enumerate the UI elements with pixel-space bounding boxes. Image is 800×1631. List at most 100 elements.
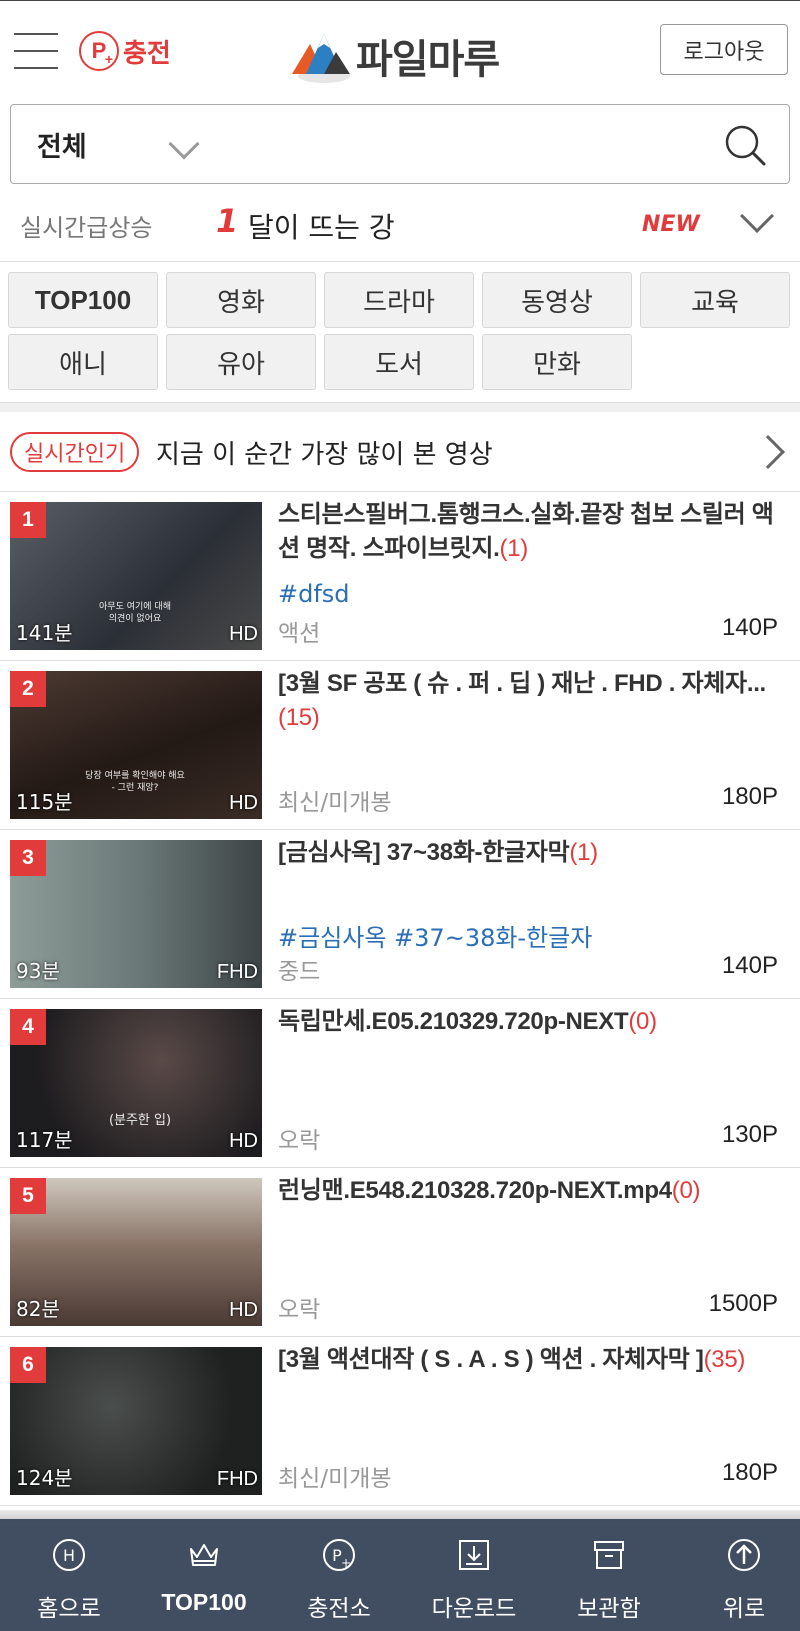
nav-home-label: 홈으로 xyxy=(37,1596,101,1622)
popular-header[interactable]: 실시간인기 지금 이 순간 가장 많이 본 영상 xyxy=(0,412,800,492)
rank-badge: 3 xyxy=(10,840,46,876)
category-drama[interactable]: 드라마 xyxy=(324,272,474,328)
subtitle-caption: (분주한 입) xyxy=(108,1113,172,1128)
category-top100[interactable]: TOP100 xyxy=(8,272,158,328)
item-price: 1500P xyxy=(708,1290,778,1317)
category-video[interactable]: 동영상 xyxy=(482,272,632,328)
chevron-right-icon[interactable] xyxy=(751,435,785,469)
chevron-down-icon[interactable] xyxy=(168,128,200,160)
item-title[interactable]: [금심사옥] 37~38화-한글자막(1) xyxy=(278,836,783,870)
category-kids[interactable]: 유아 xyxy=(166,334,316,390)
quality-badge: FHD xyxy=(216,1468,258,1490)
category-books[interactable]: 도서 xyxy=(324,334,474,390)
quality-badge: FHD xyxy=(216,961,258,983)
bottom-nav: H 홈으로 TOP100 P + 충전소 다운로드 보관함 위로 xyxy=(0,1519,800,1631)
rank-badge: 2 xyxy=(10,671,46,707)
menu-icon[interactable] xyxy=(14,33,58,69)
title-text: 런닝맨.E548.210328.720p-NEXT.mp4 xyxy=(278,1177,672,1204)
thumbnail[interactable]: 3 93분 FHD xyxy=(10,840,262,988)
list-item[interactable]: 4 (분주한 입) 117분 HD 독립만세.E05.210329.720p-N… xyxy=(0,999,800,1168)
thumbnail[interactable]: 4 (분주한 입) 117분 HD xyxy=(10,1009,262,1157)
quality-badge: HD xyxy=(229,792,258,814)
item-price: 180P xyxy=(721,783,778,810)
nav-home[interactable]: H 홈으로 xyxy=(4,1519,134,1631)
logo[interactable]: 파일마루 xyxy=(290,27,500,85)
arrow-up-icon xyxy=(728,1539,760,1571)
duration: 141분 xyxy=(16,621,73,645)
charge-label: 충전 xyxy=(123,38,171,69)
popular-title: 지금 이 순간 가장 많이 본 영상 xyxy=(156,440,493,470)
title-text: [금심사옥] 37~38화-한글자막 xyxy=(278,839,570,866)
quality-badge: HD xyxy=(229,1130,258,1152)
item-title[interactable]: 스티븐스필버그.톰행크스.실화.끝장 첩보 스릴러 액션 명작. 스파이브릿지.… xyxy=(278,498,783,566)
list-item[interactable]: 1 아무도 여기에 대해 의견이 없어요 141분 HD 스티븐스필버그.톰행크… xyxy=(0,492,800,661)
item-title[interactable]: [3월 액션대작 ( S . A . S ) 액션 . 자체자막 ](35) xyxy=(278,1343,783,1377)
charge-button[interactable]: P 충전 xyxy=(79,31,171,71)
title-text: [3월 액션대작 ( S . A . S ) 액션 . 자체자막 ] xyxy=(278,1346,704,1373)
item-tags[interactable]: #금심사옥 #37~38화-한글자 xyxy=(278,918,592,953)
list-item[interactable]: 5 82분 HD 런닝맨.E548.210328.720p-NEXT.mp4(0… xyxy=(0,1168,800,1337)
search-bar[interactable]: 전체 xyxy=(10,104,790,184)
list-item[interactable]: 6 124분 FHD [3월 액션대작 ( S . A . S ) 액션 . 자… xyxy=(0,1337,800,1506)
thumbnail[interactable]: 5 82분 HD xyxy=(10,1178,262,1326)
ticker-rank: 1 xyxy=(216,202,239,240)
duration: 115분 xyxy=(16,790,73,814)
nav-charge-label: 충전소 xyxy=(307,1596,371,1622)
comment-count: (0) xyxy=(628,1008,657,1035)
chevron-down-icon[interactable] xyxy=(740,199,774,233)
logo-text: 파일마루 xyxy=(356,37,500,83)
nav-charge[interactable]: P + 충전소 xyxy=(274,1519,404,1631)
home-icon: H xyxy=(53,1539,85,1571)
thumbnail[interactable]: 2 당장 여부를 확인해야 해요 - 그런 재앙? 115분 HD xyxy=(10,671,262,819)
nav-download-label: 다운로드 xyxy=(431,1596,517,1622)
duration: 124분 xyxy=(16,1466,73,1490)
item-price: 140P xyxy=(721,614,778,641)
ticker-label: 실시간급상승 xyxy=(20,214,153,242)
rank-badge: 6 xyxy=(10,1347,46,1383)
list-item[interactable]: 2 당장 여부를 확인해야 해요 - 그런 재앙? 115분 HD [3월 SF… xyxy=(0,661,800,830)
realtime-ticker[interactable]: 실시간급상승 1 달이 뜨는 강 NEW xyxy=(0,196,800,262)
list-item[interactable]: 3 93분 FHD [금심사옥] 37~38화-한글자막(1) #금심사옥 #3… xyxy=(0,830,800,999)
category-anime[interactable]: 애니 xyxy=(8,334,158,390)
item-price: 180P xyxy=(721,1459,778,1486)
quality-badge: HD xyxy=(229,1299,258,1321)
category-movie[interactable]: 영화 xyxy=(166,272,316,328)
rank-badge: 5 xyxy=(10,1178,46,1214)
nav-archive-label: 보관함 xyxy=(577,1596,641,1622)
category-comics[interactable]: 만화 xyxy=(482,334,632,390)
duration: 82분 xyxy=(16,1297,60,1321)
item-title[interactable]: [3월 SF 공포 ( 슈 . 퍼 . 딥 ) 재난 . FHD . 자체자..… xyxy=(278,667,783,735)
section-divider xyxy=(0,402,800,412)
comment-count: (35) xyxy=(703,1346,746,1373)
search-icon[interactable] xyxy=(723,123,767,167)
item-title[interactable]: 독립만세.E05.210329.720p-NEXT(0) xyxy=(278,1005,783,1039)
comment-count: (15) xyxy=(278,704,320,731)
item-price: 140P xyxy=(721,952,778,979)
item-genre: 중드 xyxy=(278,959,321,985)
item-price: 130P xyxy=(721,1121,778,1148)
category-education[interactable]: 교육 xyxy=(640,272,790,328)
logout-button[interactable]: 로그아웃 xyxy=(660,24,788,75)
subtitle-caption: 당장 여부를 확인해야 해요 - 그런 재앙? xyxy=(85,771,185,793)
app-header: P 충전 파일마루 로그아웃 xyxy=(0,0,800,100)
archive-icon xyxy=(594,1541,624,1569)
rank-badge: 4 xyxy=(10,1009,46,1045)
nav-top100[interactable]: TOP100 xyxy=(139,1519,269,1631)
search-category-select[interactable]: 전체 xyxy=(37,125,87,164)
title-text: [3월 SF 공포 ( 슈 . 퍼 . 딥 ) 재난 . FHD . 자체자..… xyxy=(278,670,766,697)
charge-icon: P + xyxy=(323,1539,355,1571)
nav-top[interactable]: 위로 xyxy=(679,1519,800,1631)
duration: 117분 xyxy=(16,1128,73,1152)
new-badge: NEW xyxy=(642,212,700,237)
ticker-title[interactable]: 달이 뜨는 강 xyxy=(248,206,395,246)
realtime-popular-badge: 실시간인기 xyxy=(10,432,140,472)
thumbnail[interactable]: 1 아무도 여기에 대해 의견이 없어요 141분 HD xyxy=(10,502,262,650)
crown-icon xyxy=(190,1544,218,1566)
nav-download[interactable]: 다운로드 xyxy=(409,1519,539,1631)
item-genre: 최신/미개봉 xyxy=(278,790,392,816)
nav-archive[interactable]: 보관함 xyxy=(544,1519,674,1631)
item-title[interactable]: 런닝맨.E548.210328.720p-NEXT.mp4(0) xyxy=(278,1174,783,1208)
item-tags[interactable]: #dfsd xyxy=(278,580,350,608)
thumbnail[interactable]: 6 124분 FHD xyxy=(10,1347,262,1495)
svg-text:+: + xyxy=(341,1556,351,1570)
